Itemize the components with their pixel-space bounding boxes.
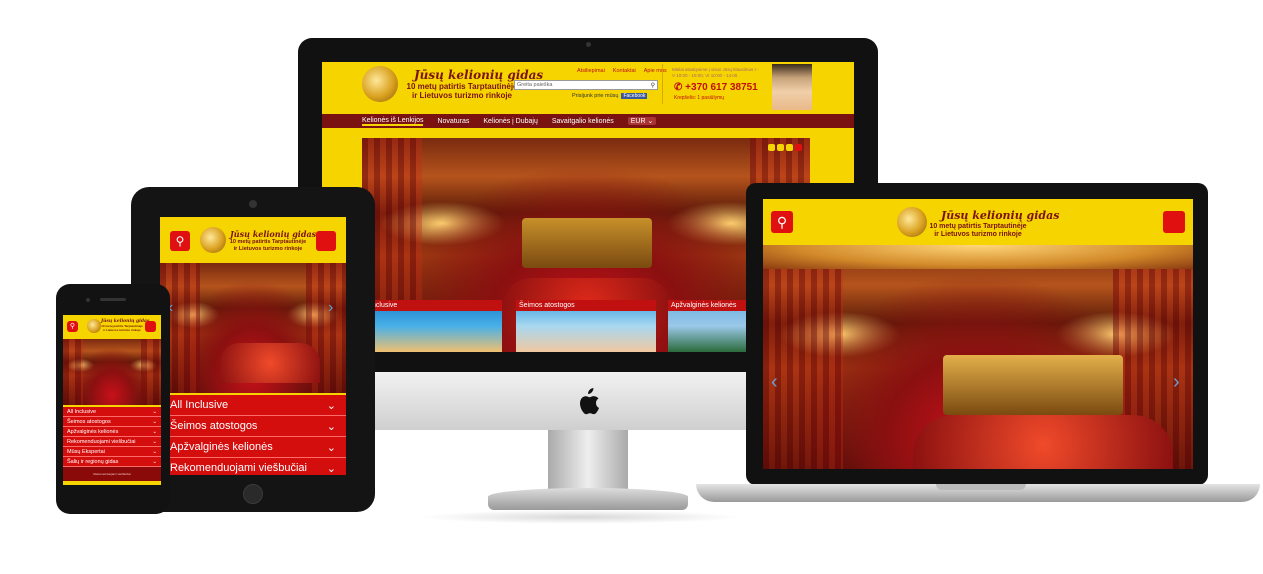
chevron-down-icon: ⌄ bbox=[152, 428, 157, 435]
camera-icon bbox=[586, 42, 591, 47]
search-icon: ⚲ bbox=[69, 323, 76, 330]
menu-item-hotels[interactable]: Rekomenduojami viešbučiai ⌄ bbox=[160, 458, 346, 475]
top-links: Atsiliepimai Kontaktai Apie mus bbox=[577, 68, 667, 74]
imac-stand-neck bbox=[548, 430, 628, 490]
search-input[interactable]: Greita paieška ⚲ bbox=[514, 80, 658, 90]
chevron-down-icon: ⌄ bbox=[152, 448, 157, 455]
brand-subtitle: 10 metų patirtis Tarptautinėje ir Lietuv… bbox=[406, 82, 518, 100]
hero-slider[interactable] bbox=[63, 339, 161, 405]
chevron-down-icon: ⌄ bbox=[152, 458, 157, 465]
menu-button[interactable] bbox=[145, 321, 156, 332]
cart-link[interactable]: Krepšelis: 1 pasiūlymų bbox=[674, 95, 724, 101]
chevron-down-icon: ⌄ bbox=[152, 438, 157, 445]
slider-prev-icon[interactable]: ‹ bbox=[771, 371, 778, 394]
search-icon: ⚲ bbox=[175, 234, 185, 248]
brand-subtitle: 10 metų patirtis Tarptautinėje ir Lietuv… bbox=[929, 223, 1027, 238]
facebook-button[interactable]: Facebook bbox=[621, 93, 648, 99]
laptop-notch bbox=[936, 484, 1026, 490]
phone-site: ⚲ Jūsų kelionių gidas 10 metų patirtis T… bbox=[63, 315, 161, 485]
menu-item-sightseeing[interactable]: Apžvalginės kelionės ⌄ bbox=[63, 427, 161, 437]
chevron-down-icon: ⌄ bbox=[326, 462, 336, 475]
imac-stand-base bbox=[488, 488, 688, 510]
tablet-menu: All Inclusive ⌄ Šeimos atostogos ⌄ Apžvalg… bbox=[160, 395, 346, 475]
search-button[interactable]: ⚲ bbox=[771, 211, 793, 233]
menu-button[interactable] bbox=[316, 231, 336, 251]
nav-item-dubai[interactable]: Kelionės į Dubajų bbox=[483, 118, 537, 125]
logo-globe-icon bbox=[362, 66, 398, 106]
search-icon[interactable]: ⚲ bbox=[651, 82, 657, 89]
menu-item-guide[interactable]: Šalių ir regionų gidas ⌄ bbox=[63, 457, 161, 467]
link-contacts[interactable]: Kontaktai bbox=[613, 68, 636, 74]
link-about[interactable]: Apie mus bbox=[644, 68, 667, 74]
logo-globe-icon bbox=[200, 227, 226, 253]
menu-item-all-inclusive[interactable]: All Inclusive ⌄ bbox=[63, 407, 161, 417]
nav-item-novaturas[interactable]: Novaturas bbox=[437, 118, 469, 125]
phone-icon: ✆ bbox=[674, 82, 683, 93]
chevron-down-icon: ⌄ bbox=[326, 441, 336, 454]
menu-item-all-inclusive[interactable]: All Inclusive ⌄ bbox=[160, 395, 346, 416]
header-divider bbox=[662, 64, 663, 104]
brand-title: Jūsų kelionių gidas bbox=[941, 209, 1060, 222]
menu-item-experts[interactable]: Mūsų Ekspertai ⌄ bbox=[63, 447, 161, 457]
follow-text: Prisijunk prie mūsų bbox=[572, 93, 619, 99]
menu-button[interactable] bbox=[1163, 211, 1185, 233]
follow-row: Prisijunk prie mūsų Facebook bbox=[572, 93, 648, 99]
tile-all-inclusive[interactable]: ll Inclusive bbox=[362, 300, 502, 352]
chevron-down-icon: ⌄ bbox=[326, 420, 336, 433]
currency-select[interactable]: EUR ⌄ bbox=[627, 117, 657, 125]
laptop-site: ⚲ Jūsų kelionių gidas 10 metų patirtis T… bbox=[763, 199, 1193, 469]
nav-item-weekend[interactable]: Savaitgalio kelionės bbox=[552, 118, 614, 125]
chevron-down-icon: ⌄ bbox=[152, 408, 157, 415]
hero-slider[interactable] bbox=[763, 245, 1193, 469]
phone-number[interactable]: ✆ +370 617 38751 bbox=[674, 82, 758, 93]
search-icon: ⚲ bbox=[776, 214, 788, 230]
nav-items: Kelionės iš Lenkijos Novaturas Kelionės … bbox=[362, 115, 657, 127]
tile-family-holidays[interactable]: Šeimos atostogos bbox=[516, 300, 656, 352]
apple-logo-icon bbox=[576, 388, 600, 416]
chevron-down-icon: ⌄ bbox=[152, 418, 157, 425]
menu-item-sightseeing[interactable]: Apžvalginės kelionės ⌄ bbox=[160, 437, 346, 458]
brand-subtitle: 10 metų patirtis Tarptautinėje ir Lietuv… bbox=[101, 324, 143, 332]
nav-item-poland[interactable]: Kelionės iš Lenkijos bbox=[362, 117, 424, 126]
search-button[interactable]: ⚲ bbox=[67, 321, 78, 332]
menu-item-family[interactable]: Šeimos atostogos ⌄ bbox=[63, 417, 161, 427]
tablet-site: ⚲ Jūsų kelionių gidas 10 metų patirtis T… bbox=[160, 217, 346, 475]
phone-speaker bbox=[100, 298, 126, 301]
search-button[interactable]: ⚲ bbox=[170, 231, 190, 251]
slider-next-icon[interactable]: › bbox=[1173, 371, 1180, 394]
consultant-photo bbox=[772, 64, 812, 110]
slider-next-icon[interactable]: › bbox=[328, 299, 333, 317]
chevron-down-icon: ⌄ bbox=[326, 399, 336, 412]
brand-subtitle: 10 metų patirtis Tarptautinėje ir Lietuv… bbox=[229, 239, 307, 252]
home-button[interactable] bbox=[243, 484, 263, 504]
menu-item-family[interactable]: Šeimos atostogos ⌄ bbox=[160, 416, 346, 437]
camera-icon bbox=[86, 298, 90, 302]
phone-footer: Rekomenduojami viešbučiai bbox=[63, 467, 161, 481]
hours-text: Mielai atsakysime į visus Jūsų klausimus… bbox=[672, 67, 759, 78]
brand-title: Jūsų kelionių gidas bbox=[230, 229, 317, 239]
link-reviews[interactable]: Atsiliepimai bbox=[577, 68, 605, 74]
phone-menu: All Inclusive ⌄ Šeimos atostogos ⌄ Apžvalg… bbox=[63, 407, 161, 481]
camera-icon bbox=[249, 200, 257, 208]
imac-shadow bbox=[420, 510, 740, 524]
menu-item-hotels[interactable]: Rekomenduojami viešbučiai ⌄ bbox=[63, 437, 161, 447]
slider-dots[interactable] bbox=[768, 144, 802, 151]
hero-slider[interactable] bbox=[160, 263, 346, 393]
